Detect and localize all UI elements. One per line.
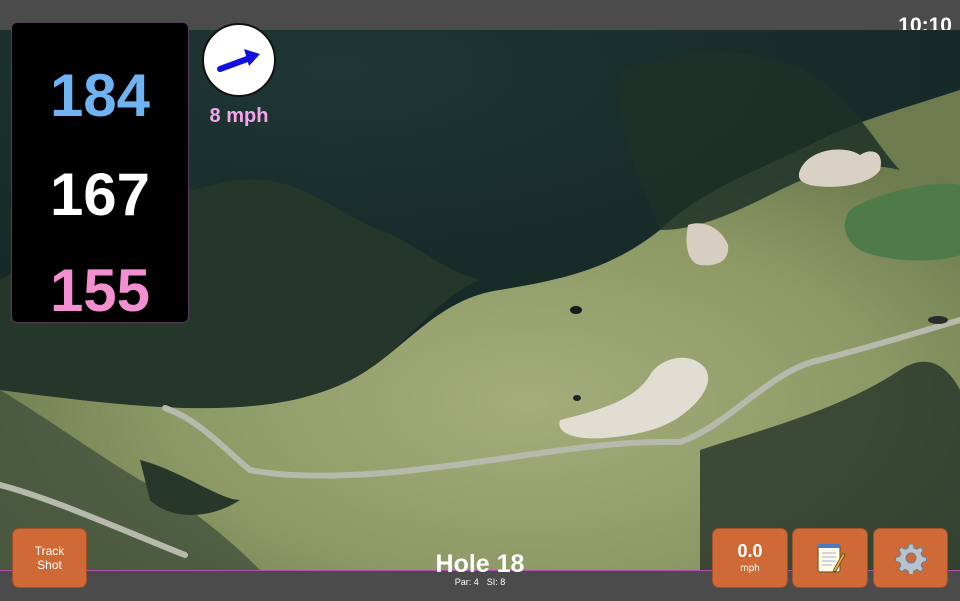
distance-panel: 184 167 155: [11, 22, 189, 323]
hole-meta: Par: 4 SI: 8: [380, 577, 580, 588]
speed-value: 0.0: [737, 541, 763, 561]
wind-speed: 8 mph: [209, 105, 269, 127]
notepad-icon: [817, 544, 846, 573]
track-shot-label-line2: Shot: [37, 558, 62, 572]
settings-button[interactable]: [873, 528, 948, 588]
speed-button[interactable]: 0.0 mph: [712, 528, 788, 588]
track-shot-label-line1: Track: [34, 544, 65, 558]
gear-icon: [894, 543, 927, 574]
hole-stroke-index: SI: 8: [486, 577, 506, 587]
track-shot-button[interactable]: Track Shot: [12, 528, 87, 588]
hole-title: Hole 18: [435, 550, 525, 578]
wind-dial: [202, 23, 276, 97]
wind-arrow-icon: [217, 49, 260, 72]
notes-button[interactable]: [792, 528, 868, 588]
speed-unit: mph: [740, 563, 760, 574]
hole-par: Par: 4: [454, 577, 479, 587]
middle-distance: 167: [49, 161, 151, 228]
back-distance: 184: [49, 62, 151, 129]
front-distance: 155: [49, 257, 151, 324]
